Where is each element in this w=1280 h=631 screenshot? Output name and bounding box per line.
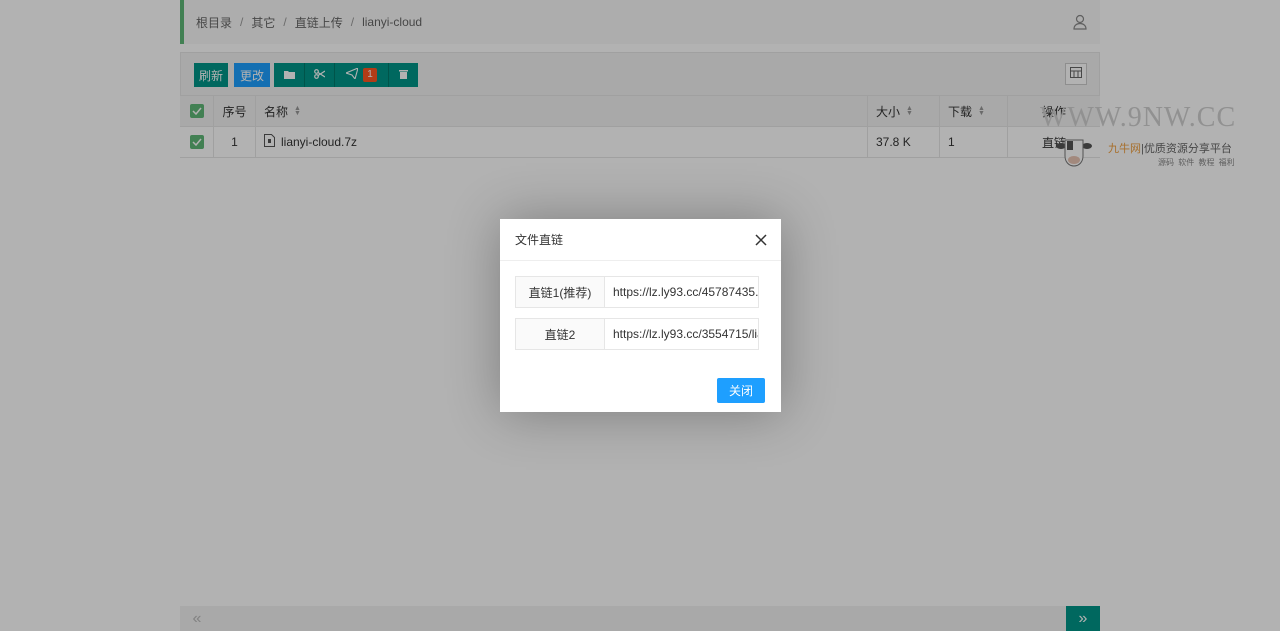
close-icon[interactable] [753, 232, 769, 248]
direct-link-1-label: 直链1(推荐) [516, 277, 605, 307]
close-button[interactable]: 关闭 [717, 378, 765, 403]
direct-link-dialog: 文件直链 直链1(推荐) 直链2 关闭 [500, 219, 781, 412]
direct-link-2-field: 直链2 [515, 318, 759, 350]
direct-link-1-input[interactable] [605, 277, 758, 307]
direct-link-2-input[interactable] [605, 319, 758, 349]
direct-link-1-field: 直链1(推荐) [515, 276, 759, 308]
direct-link-2-label: 直链2 [516, 319, 605, 349]
dialog-title: 文件直链 [500, 219, 781, 261]
